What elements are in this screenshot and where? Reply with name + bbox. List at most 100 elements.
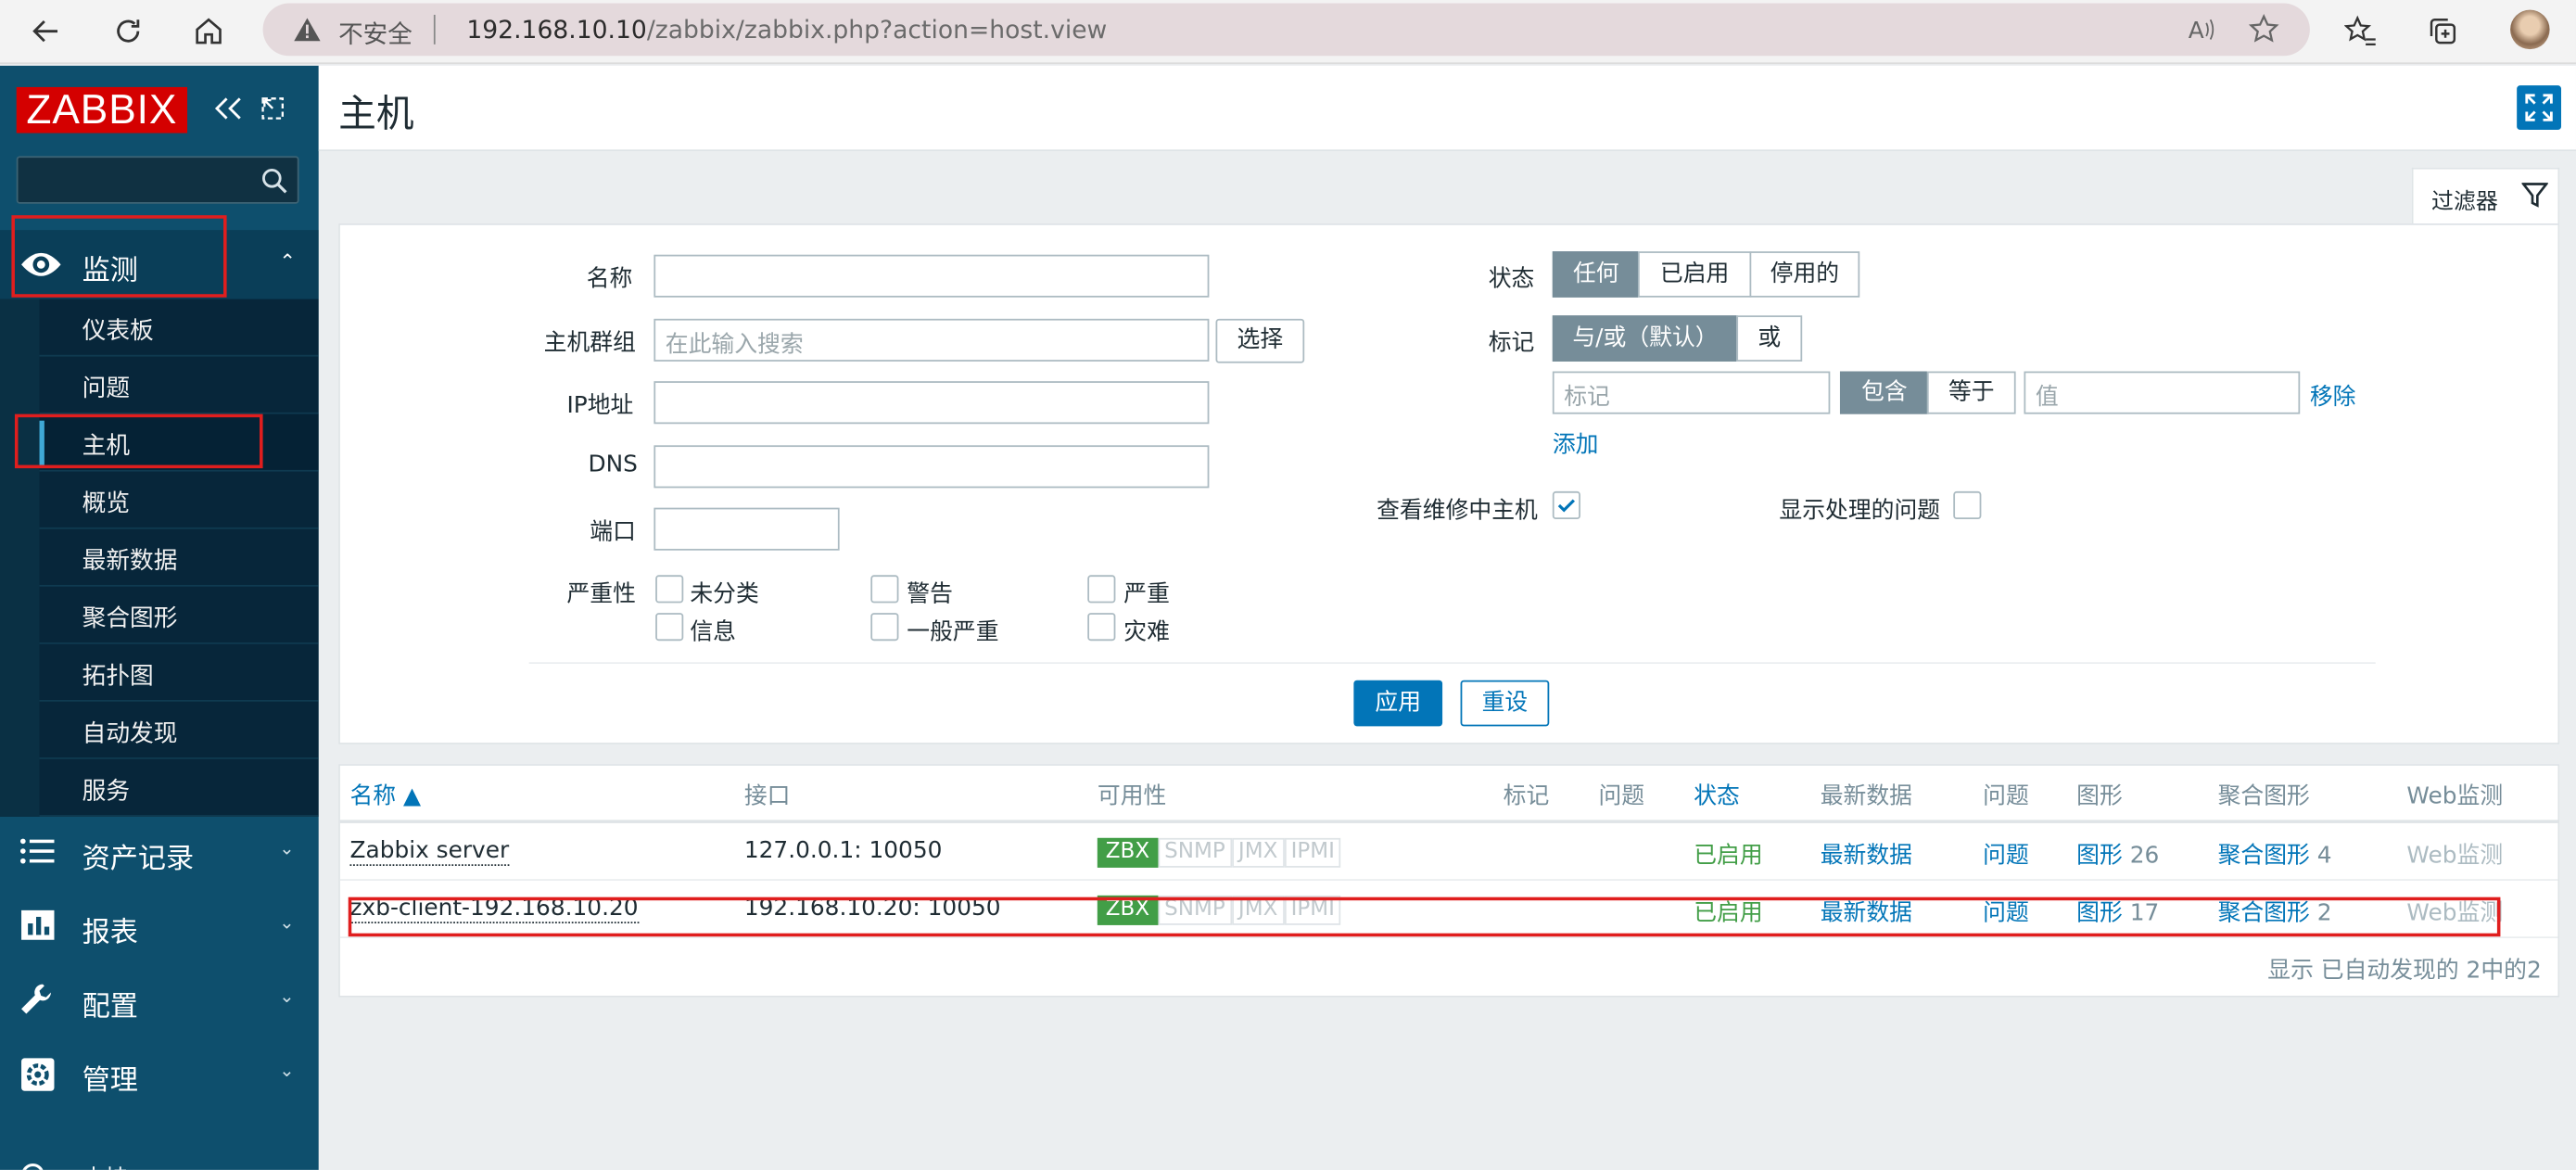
tag-add-link[interactable]: 添加 bbox=[1553, 427, 1599, 460]
url-text: 192.168.10.10/zabbix/zabbix.php?action=h… bbox=[466, 15, 1107, 45]
filter-tab[interactable]: 过滤器 bbox=[2411, 167, 2560, 225]
submenu-label: 概览 bbox=[82, 490, 131, 518]
page-title: 主机 bbox=[338, 94, 414, 137]
graphs-link: 图形 26 bbox=[2076, 838, 2159, 871]
submenu-item-latest-data[interactable]: 最新数据 bbox=[39, 529, 319, 587]
col-web-header: Web监测 bbox=[2406, 783, 2504, 810]
url-path: /zabbix/zabbix.php?action=host.view bbox=[646, 14, 1108, 45]
menu-administration-label: 管理 bbox=[82, 1064, 138, 1098]
submenu-item-services[interactable]: 服务 bbox=[39, 759, 319, 817]
submenu-item-discovery[interactable]: 自动发现 bbox=[39, 702, 319, 759]
back-button[interactable] bbox=[23, 8, 70, 55]
collections-button[interactable] bbox=[2420, 8, 2467, 55]
status-any-button[interactable]: 任何 bbox=[1552, 251, 1640, 298]
hostgroup-input[interactable]: 在此输入搜索 bbox=[654, 318, 1210, 362]
hostgroup-select-button[interactable]: 选择 bbox=[1215, 318, 1305, 363]
tag-mode-or-button[interactable]: 或 bbox=[1736, 315, 1803, 362]
bar-chart-icon bbox=[21, 909, 55, 940]
profile-avatar[interactable] bbox=[2510, 9, 2550, 50]
menu-configuration-label: 配置 bbox=[82, 990, 138, 1024]
submenu-label: 最新数据 bbox=[82, 548, 178, 576]
tags-label: 标记 bbox=[1488, 330, 1535, 357]
dns-input[interactable] bbox=[654, 445, 1210, 489]
monitoring-submenu: 仪表板 问题 主机 概览 最新数据 聚合图形 拓扑图 自动发现 服务 bbox=[0, 299, 319, 817]
refresh-button[interactable] bbox=[105, 8, 151, 55]
severity-average-checkbox[interactable] bbox=[870, 613, 899, 642]
zbx-badge: ZBX bbox=[1097, 837, 1159, 868]
submenu-item-maps[interactable]: 拓扑图 bbox=[39, 644, 319, 702]
submenu-item-screens[interactable]: 聚合图形 bbox=[39, 587, 319, 644]
host-status[interactable]: 已启用 bbox=[1694, 838, 1762, 871]
severity-option-label: 严重 bbox=[1123, 581, 1170, 608]
favorites-button[interactable] bbox=[2338, 8, 2384, 55]
menu-configuration[interactable]: 配置 ⌄ bbox=[0, 963, 319, 1037]
zabbix-logo[interactable]: ZABBIX bbox=[16, 86, 188, 134]
jmx-badge: JMX bbox=[1231, 837, 1285, 868]
insecure-label: 不安全 bbox=[338, 19, 412, 50]
submenu-item-dashboard[interactable]: 仪表板 bbox=[39, 299, 319, 357]
collapse-sidebar-button[interactable] bbox=[213, 94, 243, 128]
tag-name-input[interactable]: 标记 bbox=[1552, 371, 1831, 414]
tag-equals-button[interactable]: 等于 bbox=[1926, 371, 2016, 414]
chevron-down-icon: ⌄ bbox=[279, 1060, 295, 1082]
search-icon[interactable] bbox=[261, 168, 287, 194]
severity-not-classified-checkbox[interactable] bbox=[655, 575, 684, 604]
problems-link[interactable]: 问题 bbox=[1983, 838, 2029, 871]
status-enabled-button[interactable]: 已启用 bbox=[1637, 251, 1752, 298]
snmp-badge: SNMP bbox=[1158, 837, 1232, 868]
svg-text:A: A bbox=[2189, 17, 2204, 44]
read-aloud-icon[interactable]: A bbox=[2185, 13, 2217, 45]
expand-icon bbox=[2525, 94, 2553, 121]
table-row: Zabbix server 127.0.0.1: 10050 ZBX SNMP … bbox=[339, 823, 2558, 881]
menu-administration[interactable]: 管理 ⌄ bbox=[0, 1036, 319, 1111]
severity-option-label: 信息 bbox=[690, 619, 736, 646]
home-button[interactable] bbox=[185, 8, 232, 55]
status-disabled-button[interactable]: 停用的 bbox=[1749, 251, 1860, 298]
status-label: 状态 bbox=[1488, 266, 1535, 293]
col-status-header[interactable]: 状态 bbox=[1694, 779, 1740, 811]
tag-value-input[interactable]: 值 bbox=[2024, 371, 2301, 414]
port-input[interactable] bbox=[654, 507, 840, 551]
severity-disaster-checkbox[interactable] bbox=[1087, 613, 1116, 642]
screens-count: 4 bbox=[2316, 843, 2332, 870]
address-bar[interactable]: 不安全 192.168.10.10/zabbix/zabbix.php?acti… bbox=[262, 3, 2310, 57]
severity-information-checkbox[interactable] bbox=[655, 613, 684, 642]
submenu-label: 自动发现 bbox=[82, 721, 178, 748]
reset-button[interactable]: 重设 bbox=[1460, 680, 1550, 727]
ip-input[interactable] bbox=[654, 381, 1210, 425]
maintenance-checkbox[interactable] bbox=[1552, 490, 1580, 520]
warning-icon bbox=[294, 18, 321, 42]
submenu-item-overview[interactable]: 概览 bbox=[39, 472, 319, 529]
col-name-header[interactable]: 名称 ▲ bbox=[349, 779, 421, 811]
chevron-down-icon: ⌄ bbox=[279, 911, 295, 934]
latest-data-link[interactable]: 最新数据 bbox=[1821, 838, 1912, 871]
host-name-link[interactable]: Zabbix server bbox=[349, 838, 510, 867]
sidebar-search-input[interactable] bbox=[16, 156, 299, 204]
menu-inventory[interactable]: 资产记录 ⌄ bbox=[0, 815, 319, 889]
name-input[interactable] bbox=[654, 254, 1210, 298]
submenu-item-problems[interactable]: 问题 bbox=[39, 357, 319, 414]
tag-contains-button[interactable]: 包含 bbox=[1839, 371, 1929, 414]
menu-inventory-label: 资产记录 bbox=[82, 843, 195, 876]
screens-link-label[interactable]: 聚合图形 bbox=[2218, 843, 2310, 869]
address-separator bbox=[433, 14, 436, 45]
apply-button[interactable]: 应用 bbox=[1353, 680, 1443, 727]
col-interface-header[interactable]: 接口 bbox=[744, 779, 791, 811]
menu-support[interactable]: 支持 bbox=[0, 1142, 319, 1170]
graphs-link-label[interactable]: 图形 bbox=[2076, 843, 2123, 869]
severity-label: 严重性 bbox=[566, 581, 636, 608]
kiosk-mode-button[interactable] bbox=[260, 95, 286, 128]
main-content: 主机 过滤器 名称 主机群组 在此输入搜索 选择 IP地址 DNS 端口 严重性 bbox=[318, 65, 2576, 1170]
wrench-icon bbox=[21, 984, 51, 1014]
add-favorite-icon[interactable] bbox=[2248, 13, 2280, 45]
double-chevron-left-icon bbox=[214, 97, 241, 120]
fullscreen-button[interactable] bbox=[2517, 85, 2562, 131]
graphs-count: 26 bbox=[2129, 843, 2160, 870]
severity-warning-checkbox[interactable] bbox=[870, 575, 899, 604]
menu-reports[interactable]: 报表 ⌄ bbox=[0, 889, 319, 963]
severity-high-checkbox[interactable] bbox=[1087, 575, 1116, 604]
tag-mode-andor-button[interactable]: 与/或（默认） bbox=[1552, 315, 1739, 362]
checkmark-icon bbox=[1557, 499, 1575, 513]
tag-remove-link[interactable]: 移除 bbox=[2310, 379, 2356, 412]
suppressed-checkbox[interactable] bbox=[1953, 490, 1982, 520]
